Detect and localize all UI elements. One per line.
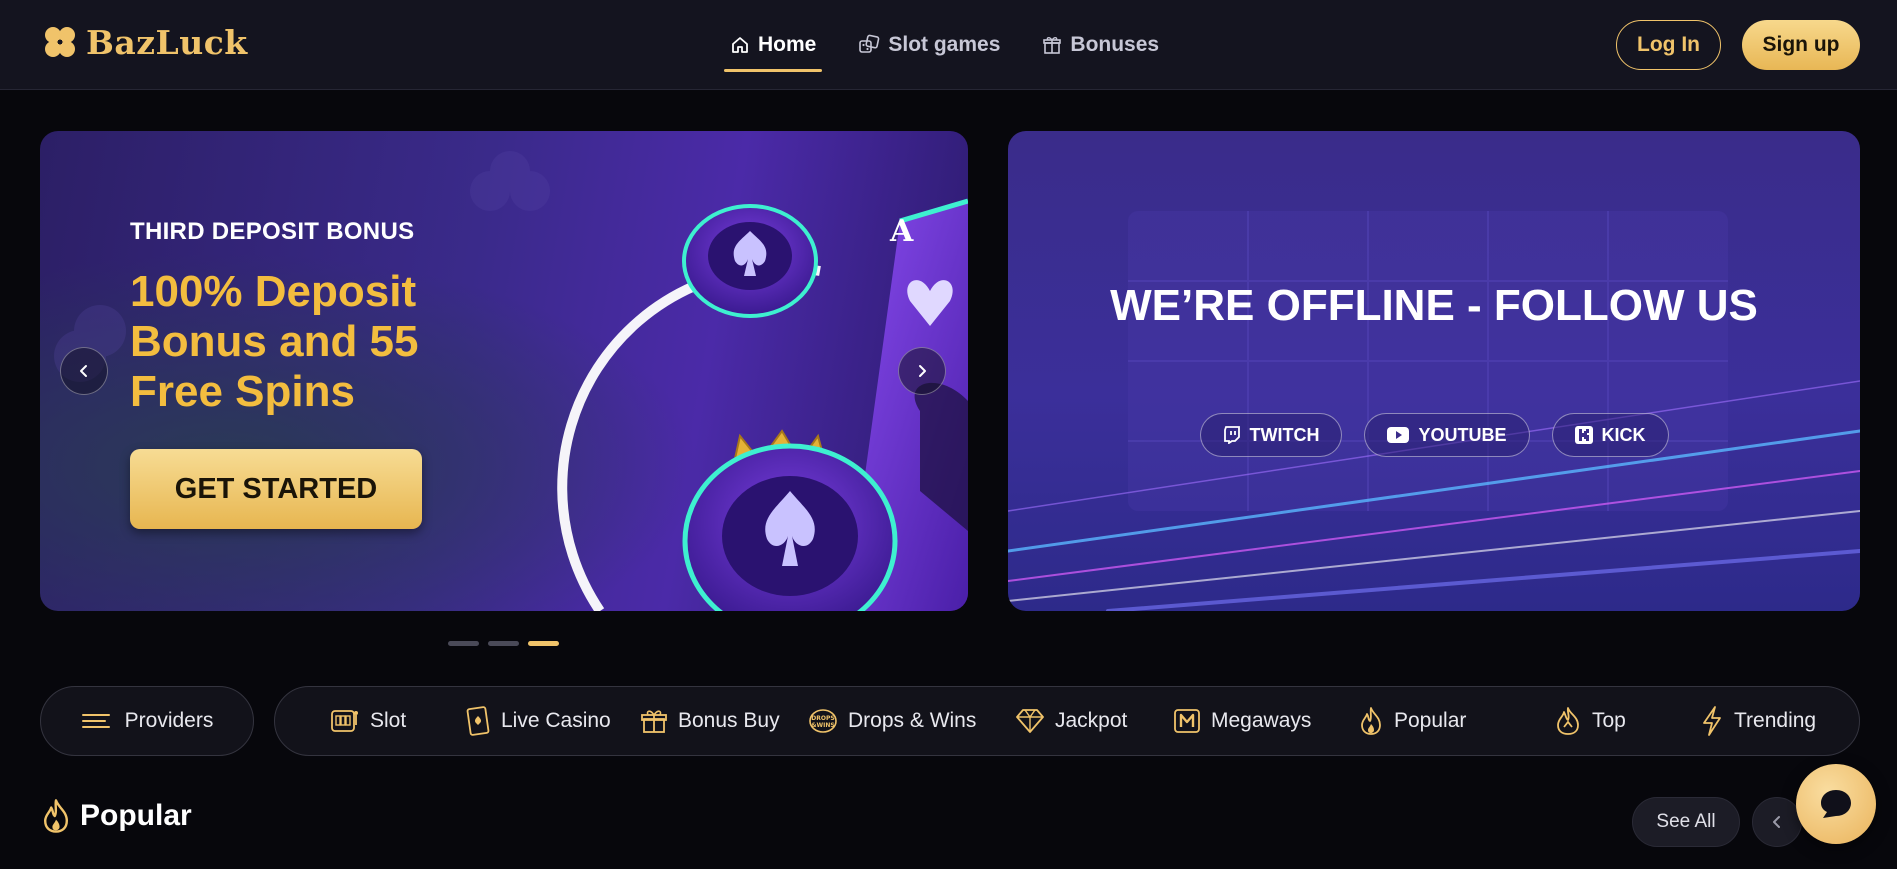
- login-button[interactable]: Log In: [1616, 20, 1721, 70]
- category-trending[interactable]: Trending: [1700, 687, 1816, 754]
- category-live-casino[interactable]: Live Casino: [465, 687, 611, 754]
- carousel-prev-button[interactable]: [60, 347, 108, 395]
- svg-text:A: A: [889, 214, 914, 249]
- nav-home[interactable]: Home: [723, 0, 823, 90]
- youtube-label: YOUTUBE: [1418, 424, 1507, 445]
- carousel-dots: [448, 641, 559, 646]
- chat-bubble-icon: [1821, 790, 1851, 818]
- kick-label: KICK: [1601, 424, 1646, 445]
- nav-slot-games[interactable]: Slot games: [858, 0, 1000, 90]
- main-nav: Home Slot games Bonuses: [723, 0, 1159, 90]
- nav-home-label: Home: [758, 33, 817, 56]
- category-slot[interactable]: Slot: [330, 687, 406, 754]
- carousel-dot-1[interactable]: [448, 641, 479, 646]
- stream-offline-title: WE’RE OFFLINE - FOLLOW US: [1110, 281, 1758, 330]
- megaways-m-icon: [1174, 708, 1200, 733]
- lightning-icon: [1703, 705, 1721, 736]
- clover-logo-icon: [45, 27, 75, 57]
- category-popular[interactable]: Popular: [1358, 687, 1466, 754]
- youtube-icon: [1387, 427, 1410, 443]
- popular-section-title: Popular: [40, 798, 192, 834]
- logo-text: BazLuck: [86, 22, 248, 62]
- twitch-label: TWITCH: [1249, 424, 1320, 445]
- dice-icon: [859, 34, 880, 53]
- top-icon: [1557, 706, 1579, 735]
- gift-box-icon: [641, 709, 667, 733]
- carousel-dot-2[interactable]: [488, 641, 519, 646]
- youtube-link[interactable]: YOUTUBE: [1364, 413, 1530, 457]
- category-trending-label: Trending: [1734, 708, 1817, 732]
- nav-slot-games-label: Slot games: [888, 33, 1001, 56]
- category-slot-label: Slot: [370, 708, 407, 732]
- providers-label: Providers: [124, 709, 214, 732]
- popular-prev-button[interactable]: [1752, 797, 1802, 847]
- promo-banner[interactable]: A THIRD DEPOSIT BONUS 100% Deposit Bonus…: [40, 131, 968, 611]
- stream-offline-banner: WE’RE OFFLINE - FOLLOW US TWITCH YOUTUBE…: [1008, 131, 1860, 611]
- chevron-left-icon: [1773, 816, 1780, 828]
- flame-icon: [1361, 706, 1381, 735]
- diamond-icon: [1016, 708, 1044, 733]
- chevron-right-icon: [919, 365, 926, 377]
- gift-icon: [1043, 37, 1062, 54]
- promo-eyebrow: THIRD DEPOSIT BONUS: [130, 218, 415, 245]
- live-chat-button[interactable]: [1796, 764, 1876, 844]
- social-links: TWITCH YOUTUBE KICK: [1008, 413, 1860, 457]
- svg-text:DROPS: DROPS: [811, 715, 834, 722]
- category-drops-wins[interactable]: DROPS &WINS Drops & Wins: [808, 687, 976, 754]
- twitch-link[interactable]: TWITCH: [1199, 413, 1343, 457]
- svg-text:&WINS: &WINS: [811, 722, 834, 729]
- nav-bonuses-label: Bonuses: [1070, 33, 1160, 56]
- drops-wins-badge-icon: DROPS&WINS: [809, 708, 837, 733]
- menu-lines-icon: [81, 714, 110, 728]
- kick-link[interactable]: KICK: [1551, 413, 1669, 457]
- popular-title-label: Popular: [80, 799, 192, 832]
- get-started-button[interactable]: GET STARTED: [130, 449, 422, 529]
- logo[interactable]: BazLuck: [40, 22, 248, 62]
- nav-bonuses[interactable]: Bonuses: [1042, 0, 1159, 90]
- category-megaways-label: Megaways: [1211, 708, 1312, 732]
- category-top[interactable]: Top: [1554, 687, 1626, 754]
- category-popular-label: Popular: [1394, 708, 1467, 732]
- stream-background-art: [1008, 211, 1860, 611]
- signup-button[interactable]: Sign up: [1742, 20, 1860, 70]
- providers-button[interactable]: Providers: [40, 686, 254, 756]
- category-live-casino-label: Live Casino: [501, 708, 611, 732]
- flame-icon: [43, 799, 68, 833]
- playing-card-icon: [466, 705, 490, 736]
- twitch-icon: [1223, 426, 1240, 444]
- top-header: BazLuck Home Slot games Bonuses Log In S…: [0, 0, 1897, 90]
- category-bar: Slot Live Casino Bonus Buy DROPS &WINS Dr…: [274, 686, 1860, 756]
- category-bonus-buy[interactable]: Bonus Buy: [640, 687, 780, 754]
- category-jackpot[interactable]: Jackpot: [1015, 687, 1127, 754]
- category-drops-wins-label: Drops & Wins: [848, 708, 977, 732]
- category-top-label: Top: [1592, 708, 1626, 732]
- kick-icon: [1574, 426, 1593, 444]
- home-icon: [732, 37, 748, 53]
- carousel-dot-3[interactable]: [528, 641, 559, 646]
- promo-title: 100% Deposit Bonus and 55 Free Spins: [130, 267, 419, 416]
- slot-machine-icon: [331, 709, 358, 732]
- category-megaways[interactable]: Megaways: [1173, 687, 1311, 754]
- category-bonus-buy-label: Bonus Buy: [678, 708, 780, 732]
- see-all-button[interactable]: See All: [1632, 797, 1740, 847]
- category-jackpot-label: Jackpot: [1055, 708, 1128, 732]
- carousel-next-button[interactable]: [898, 347, 946, 395]
- chevron-left-icon: [80, 365, 87, 377]
